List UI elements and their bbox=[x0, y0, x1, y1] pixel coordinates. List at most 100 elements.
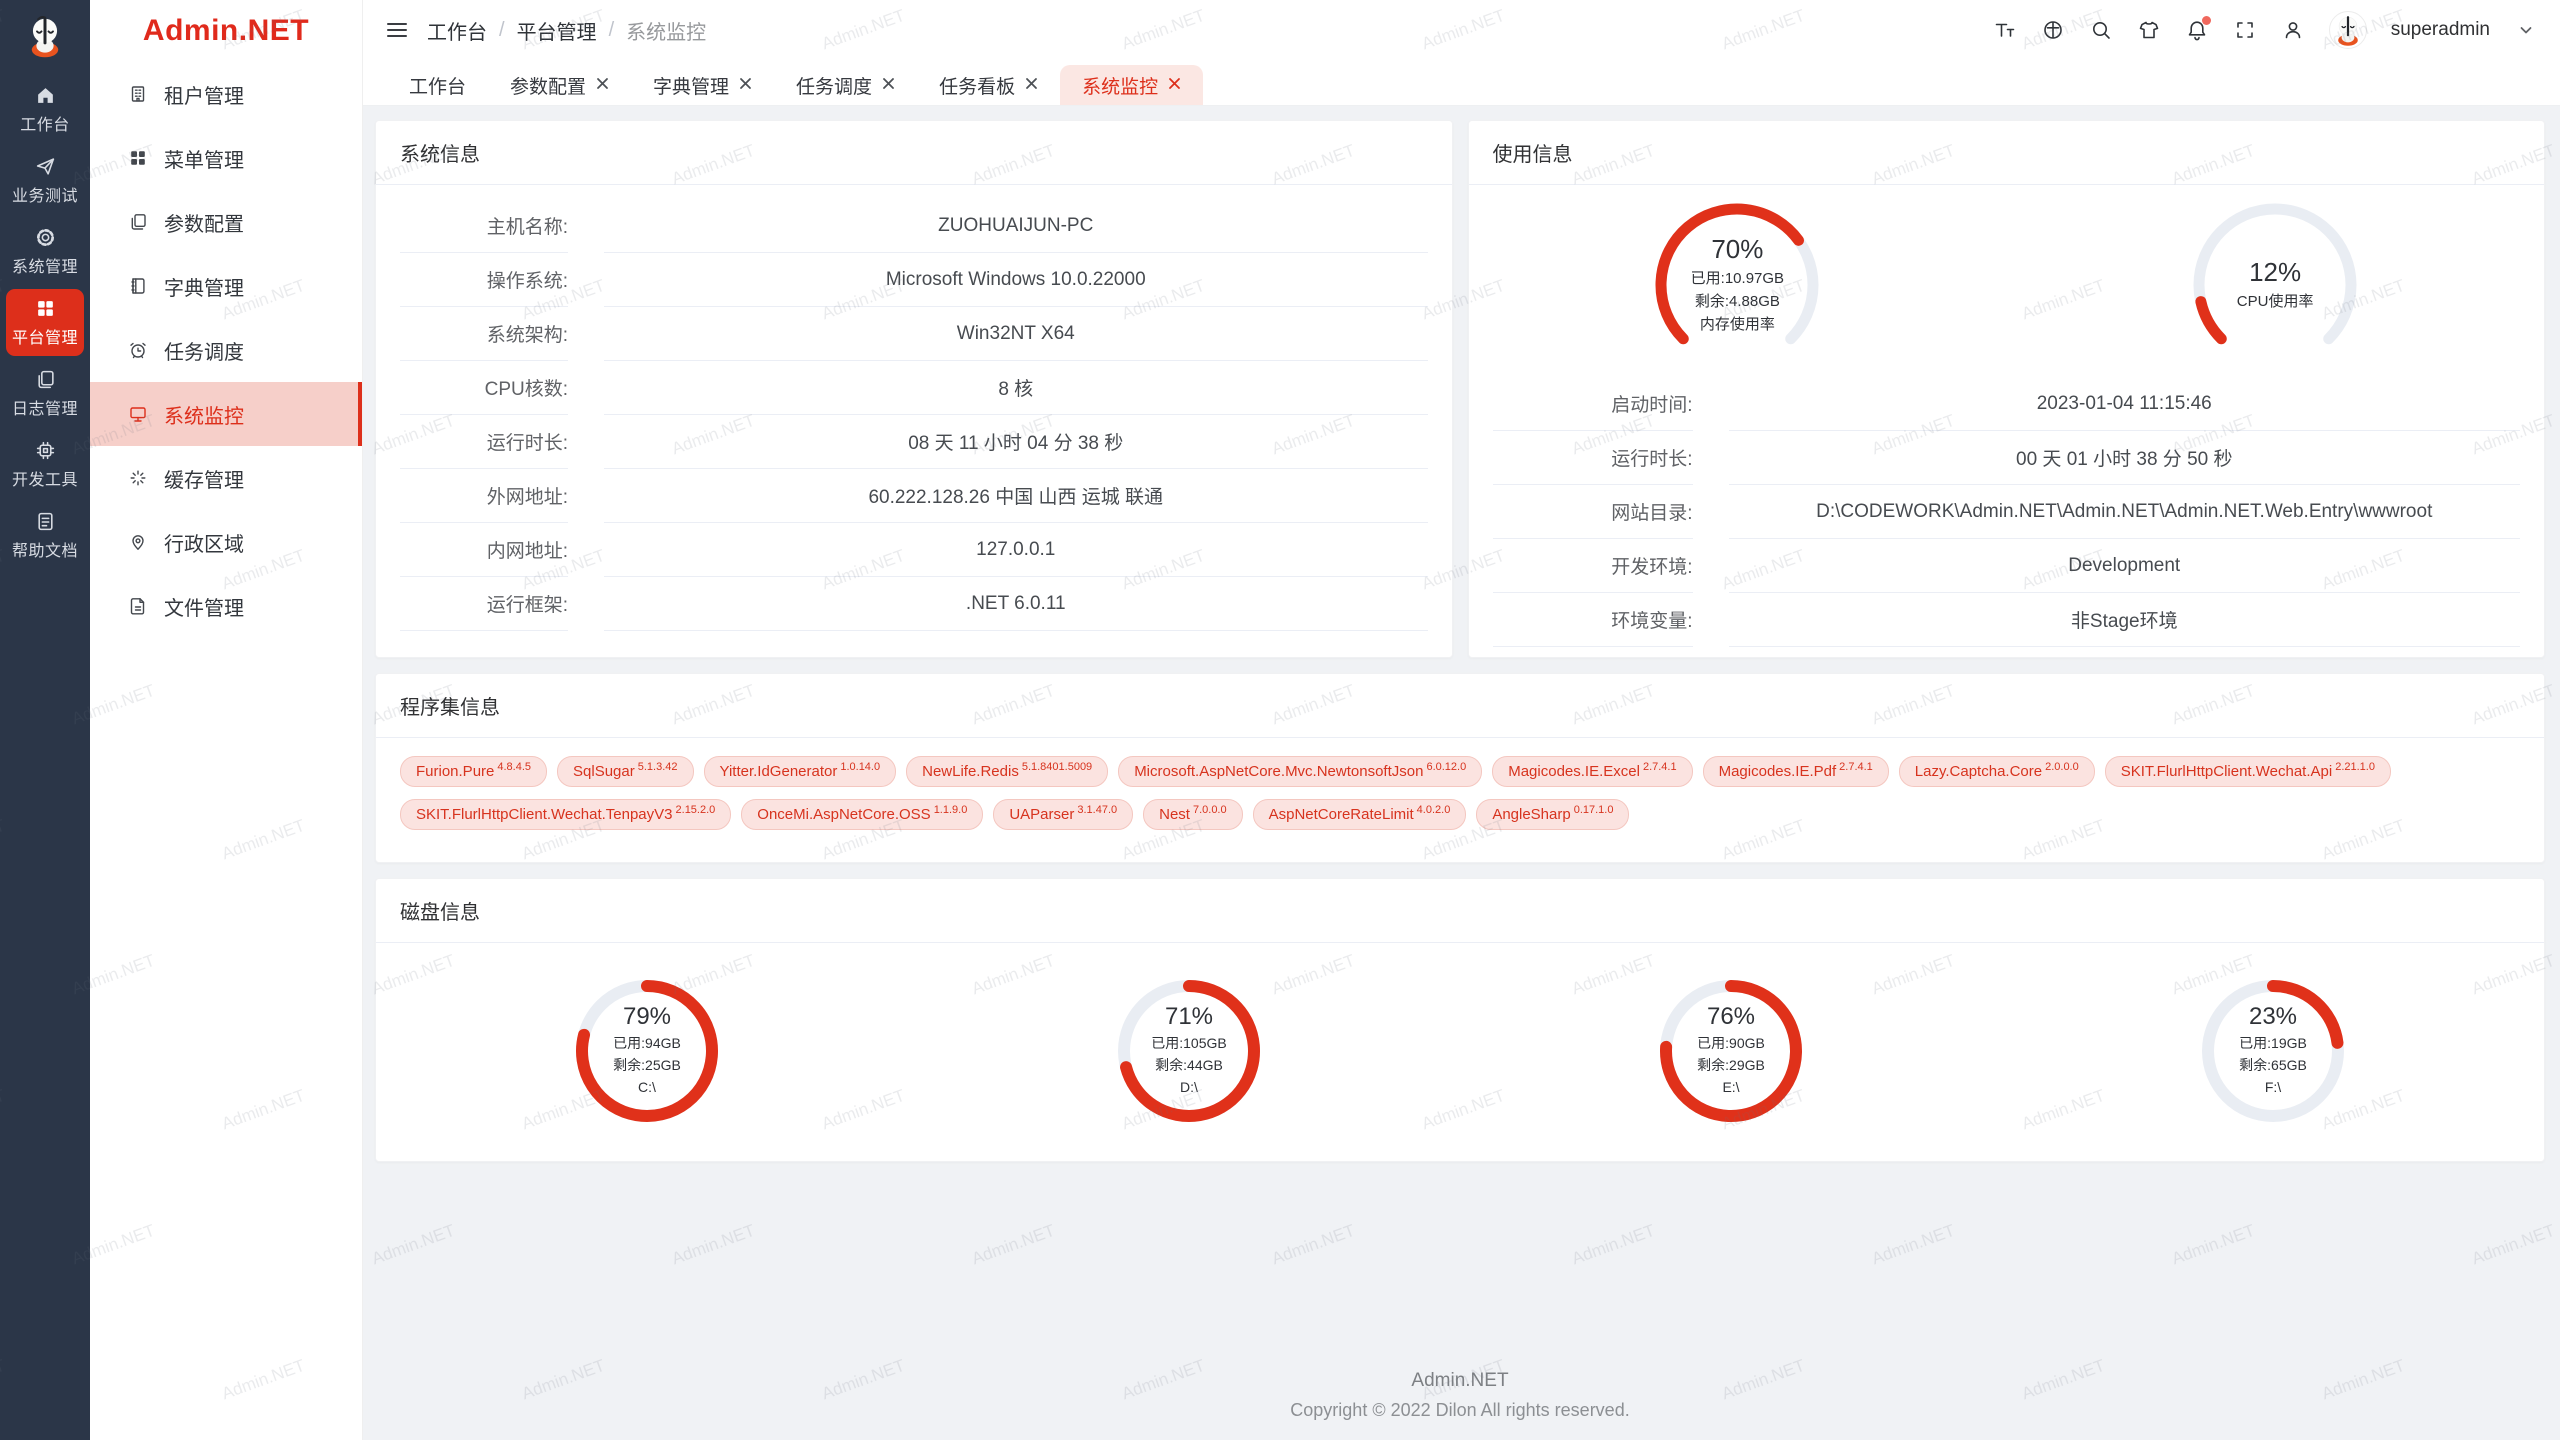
tab-label: 字典管理 bbox=[653, 72, 729, 99]
rail-item-label: 业务测试 bbox=[12, 182, 78, 206]
info-value: .NET 6.0.11 bbox=[604, 577, 1428, 631]
tab-label: 任务看板 bbox=[939, 72, 1015, 99]
sidebar-item-region[interactable]: 行政区域 bbox=[90, 510, 362, 574]
sidebar-item-cache[interactable]: 缓存管理 bbox=[90, 446, 362, 510]
monitor-icon bbox=[128, 404, 148, 424]
info-label: 启动时间: bbox=[1493, 377, 1693, 431]
sidebar-item-task-schedule[interactable]: 任务调度 bbox=[90, 318, 362, 382]
promotion-icon bbox=[35, 156, 56, 177]
rail-item-dev-tools[interactable]: 开发工具 bbox=[6, 431, 84, 498]
memory-free: 剩余:4.88GB bbox=[1695, 290, 1780, 313]
language-icon[interactable] bbox=[2041, 18, 2065, 42]
search-icon[interactable] bbox=[2089, 18, 2113, 42]
assembly-tag: Yitter.IdGenerator1.0.14.0 bbox=[704, 756, 897, 787]
rail-item-label: 工作台 bbox=[20, 111, 70, 135]
info-row: 系统架构:Win32NT X64 bbox=[400, 307, 1428, 361]
loading-icon bbox=[128, 468, 148, 488]
disk-info-card: 磁盘信息 79% 已用:94GB 剩余:25GB C:\ bbox=[375, 878, 2545, 1162]
info-row: 开发环境:Development bbox=[1493, 539, 2521, 593]
breadcrumb-item[interactable]: 平台管理 bbox=[517, 16, 597, 45]
info-row: 启动时间:2023-01-04 11:15:46 bbox=[1493, 377, 2521, 431]
rail-item-workbench[interactable]: 工作台 bbox=[6, 76, 84, 143]
rail-item-log-mgmt[interactable]: 日志管理 bbox=[6, 360, 84, 427]
notification-bell-icon[interactable] bbox=[2185, 18, 2209, 42]
assemblies-card: 程序集信息 Furion.Pure4.8.4.5 SqlSugar5.1.3.4… bbox=[375, 673, 2545, 863]
assembly-tags: Furion.Pure4.8.4.5 SqlSugar5.1.3.42 Yitt… bbox=[376, 738, 2544, 862]
tab-task-schedule[interactable]: 任务调度 bbox=[774, 65, 917, 105]
assembly-tag: NewLife.Redis5.1.8401.5009 bbox=[906, 756, 1108, 787]
sidebar-item-files[interactable]: 文件管理 bbox=[90, 574, 362, 638]
sidebar-item-label: 菜单管理 bbox=[164, 144, 244, 173]
usage-info-card: 使用信息 70% 已用:10.97GB 剩余:4.88GB 内存使用率 bbox=[1468, 120, 2546, 658]
close-icon[interactable] bbox=[596, 74, 609, 96]
close-icon[interactable] bbox=[882, 74, 895, 96]
assembly-tag: Nest7.0.0.0 bbox=[1143, 799, 1242, 830]
chevron-down-icon[interactable] bbox=[2514, 18, 2538, 42]
close-icon[interactable] bbox=[739, 74, 752, 96]
sidebar-item-tenant[interactable]: 租户管理 bbox=[90, 62, 362, 126]
user-avatar[interactable] bbox=[2329, 11, 2367, 49]
disk-free: 剩余:29GB bbox=[1697, 1055, 1765, 1077]
usage-gauges: 70% 已用:10.97GB 剩余:4.88GB 内存使用率 bbox=[1469, 185, 2545, 377]
card-title: 程序集信息 bbox=[376, 674, 2544, 738]
disk-f-chart: 23% 已用:19GB 剩余:65GB F:\ bbox=[2193, 971, 2353, 1131]
breadcrumb: 工作台 / 平台管理 / 系统监控 bbox=[427, 16, 706, 45]
info-row: 操作系统:Microsoft Windows 10.0.22000 bbox=[400, 253, 1428, 307]
memory-label: 内存使用率 bbox=[1700, 313, 1775, 336]
theme-icon[interactable] bbox=[2137, 18, 2161, 42]
collapse-menu-icon[interactable] bbox=[385, 18, 409, 42]
breadcrumb-item[interactable]: 工作台 bbox=[427, 16, 487, 45]
rail-item-system-mgmt[interactable]: 系统管理 bbox=[6, 218, 84, 285]
tab-workbench[interactable]: 工作台 bbox=[387, 65, 488, 105]
tab-config[interactable]: 参数配置 bbox=[488, 65, 631, 105]
info-value: 00 天 01 小时 38 分 50 秒 bbox=[1729, 431, 2521, 485]
info-value: 127.0.0.1 bbox=[604, 523, 1428, 577]
assembly-tag: Magicodes.IE.Pdf2.7.4.1 bbox=[1703, 756, 1889, 787]
tab-strip: 工作台 参数配置 字典管理 任务调度 任务看板 系统监控 bbox=[363, 60, 2560, 106]
tab-label: 任务调度 bbox=[796, 72, 872, 99]
breadcrumb-separator: / bbox=[609, 19, 615, 42]
disk-percent: 76% bbox=[1707, 1003, 1755, 1031]
sidebar-item-config[interactable]: 参数配置 bbox=[90, 190, 362, 254]
info-value: 8 核 bbox=[604, 361, 1428, 415]
card-title: 磁盘信息 bbox=[376, 879, 2544, 943]
sidebar-item-system-monitor[interactable]: 系统监控 bbox=[90, 382, 362, 446]
rail-item-business-test[interactable]: 业务测试 bbox=[6, 147, 84, 214]
close-icon[interactable] bbox=[1168, 74, 1181, 96]
info-label: CPU核数: bbox=[400, 361, 568, 415]
topbar: 工作台 / 平台管理 / 系统监控 bbox=[363, 0, 2560, 60]
chip-icon bbox=[35, 440, 56, 461]
map-pin-icon bbox=[128, 532, 148, 552]
disk-d-chart: 71% 已用:105GB 剩余:44GB D:\ bbox=[1109, 971, 1269, 1131]
cpu-percent: 12% bbox=[2249, 257, 2301, 288]
footer-app-name: Admin.NET bbox=[375, 1370, 2545, 1392]
sidebar-item-label: 缓存管理 bbox=[164, 464, 244, 493]
sidebar-item-menu[interactable]: 菜单管理 bbox=[90, 126, 362, 190]
assembly-tag: Furion.Pure4.8.4.5 bbox=[400, 756, 547, 787]
rail-item-platform-mgmt[interactable]: 平台管理 bbox=[6, 289, 84, 356]
sidebar-item-label: 系统监控 bbox=[164, 400, 244, 429]
info-row: CPU核数: 8 核 bbox=[400, 361, 1428, 415]
sidebar-item-dictionary[interactable]: 字典管理 bbox=[90, 254, 362, 318]
fullscreen-icon[interactable] bbox=[2233, 18, 2257, 42]
rail-item-help-docs[interactable]: 帮助文档 bbox=[6, 502, 84, 569]
alarm-clock-icon bbox=[128, 340, 148, 360]
tab-task-board[interactable]: 任务看板 bbox=[917, 65, 1060, 105]
disk-free: 剩余:65GB bbox=[2239, 1055, 2307, 1077]
username[interactable]: superadmin bbox=[2391, 19, 2490, 41]
copy-doc-icon bbox=[128, 212, 148, 232]
info-row: 环境变量:非Stage环境 bbox=[1493, 593, 2521, 647]
rail-item-label: 开发工具 bbox=[12, 466, 78, 490]
disk-percent: 23% bbox=[2249, 1003, 2297, 1031]
info-value: D:\CODEWORK\Admin.NET\Admin.NET\Admin.NE… bbox=[1729, 485, 2521, 539]
sidebar-item-label: 字典管理 bbox=[164, 272, 244, 301]
log-copy-icon bbox=[35, 369, 56, 390]
info-row: 运行时长:08 天 11 小时 04 分 38 秒 bbox=[400, 415, 1428, 469]
disk-drive: E:\ bbox=[1722, 1077, 1739, 1099]
profile-icon[interactable] bbox=[2281, 18, 2305, 42]
primary-rail: 工作台 业务测试 系统管理 平台管理 日志管理 开发工具 帮助文档 bbox=[0, 0, 90, 1440]
tab-system-monitor[interactable]: 系统监控 bbox=[1060, 65, 1203, 105]
tab-dictionary[interactable]: 字典管理 bbox=[631, 65, 774, 105]
font-size-icon[interactable] bbox=[1993, 18, 2017, 42]
close-icon[interactable] bbox=[1025, 74, 1038, 96]
